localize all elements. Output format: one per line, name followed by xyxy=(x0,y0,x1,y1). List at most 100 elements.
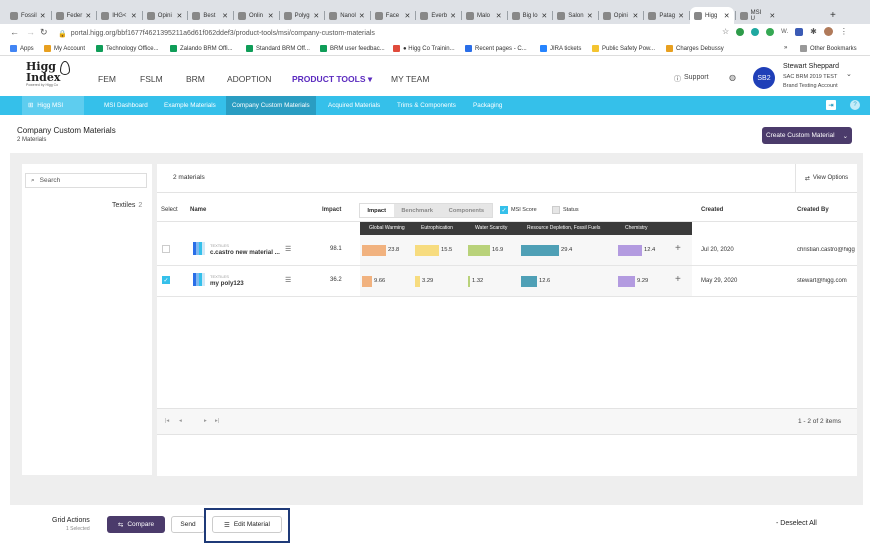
reload-icon[interactable]: ↻ xyxy=(40,27,48,38)
msi-score-toggle[interactable]: ✓ MSI Score xyxy=(500,206,537,214)
tab-benchmark[interactable]: Benchmark xyxy=(394,204,441,217)
extension-icon[interactable] xyxy=(751,27,760,36)
browser-tab[interactable]: Feder ✕ xyxy=(52,7,96,24)
chevron-down-icon[interactable]: ⌄ xyxy=(846,70,852,78)
browser-tab[interactable]: Salon ✕ xyxy=(553,7,597,24)
avatar[interactable]: SB2 xyxy=(753,67,775,89)
close-icon[interactable]: ✕ xyxy=(587,12,593,20)
nav-product-tools[interactable]: PRODUCT TOOLS ▾ xyxy=(292,74,372,85)
forward-icon[interactable]: → xyxy=(26,27,35,37)
browser-tab[interactable]: IHG< ✕ xyxy=(97,7,141,24)
prev-page-icon[interactable]: ◂ xyxy=(179,418,182,424)
bookmark[interactable]: Charges Debussy xyxy=(666,45,724,52)
browser-tab[interactable]: Best ✕ xyxy=(188,7,232,24)
globe-icon[interactable]: ◍ xyxy=(729,73,736,82)
extension-icon[interactable] xyxy=(795,27,804,36)
nav-fem[interactable]: FEM xyxy=(98,74,116,84)
other-bookmarks[interactable]: Other Bookmarks xyxy=(800,45,857,52)
export-icon[interactable]: ⇥ xyxy=(826,100,836,110)
subnav-example-materials[interactable]: Example Materials xyxy=(158,96,222,115)
create-custom-material-button[interactable]: Create Custom Material ⌄ xyxy=(762,127,852,144)
bookmark[interactable]: ● Higg Co Trainin... xyxy=(393,45,455,52)
support-link[interactable]: ⓘ Support xyxy=(674,74,709,84)
table-row[interactable]: TEXTILES c.castro new material ... ☰ 98.1 23… xyxy=(157,235,857,266)
bookmarks-overflow[interactable]: » xyxy=(784,45,787,51)
close-icon[interactable]: ✕ xyxy=(177,12,183,20)
bookmark[interactable]: Standard BRM Off... xyxy=(246,45,310,52)
puzzle-icon[interactable]: ✱ xyxy=(810,27,817,36)
bookmark[interactable]: Public Safety Pow... xyxy=(592,45,655,52)
browser-tab[interactable]: Fossil ✕ xyxy=(6,7,50,24)
subnav-packaging[interactable]: Packaging xyxy=(467,96,508,115)
material-name[interactable]: my poly123 xyxy=(210,280,244,287)
higg-index-logo[interactable]: Higg Index Powered by Higg Co xyxy=(26,61,72,93)
back-icon[interactable]: ← xyxy=(10,27,19,37)
extension-icon[interactable] xyxy=(766,27,775,36)
subnav-acquired-materials[interactable]: Acquired Materials xyxy=(322,96,386,115)
browser-tab[interactable]: Patag ✕ xyxy=(644,7,688,24)
url-field[interactable]: 🔒 portal.higg.org/bbf1677f4621395211a6d6… xyxy=(58,27,718,40)
tab-impact[interactable]: Impact xyxy=(360,204,394,217)
close-icon[interactable]: ✕ xyxy=(678,12,684,20)
next-page-icon[interactable]: ▸ xyxy=(204,418,207,424)
browser-tab[interactable]: Higg ✕ xyxy=(690,7,734,24)
subnav-company-custom-materials[interactable]: Company Custom Materials xyxy=(226,96,316,115)
send-button[interactable]: Send xyxy=(171,516,205,533)
extension-icon[interactable]: W. xyxy=(781,29,788,35)
close-icon[interactable]: ✕ xyxy=(40,12,46,20)
help-icon[interactable]: ? xyxy=(850,100,860,110)
bookmark[interactable]: JIRA tickets xyxy=(540,45,581,52)
bookmark[interactable]: BRM user feedbac... xyxy=(320,45,385,52)
tab-components[interactable]: Components xyxy=(441,204,492,217)
nav-adoption[interactable]: ADOPTION xyxy=(227,74,271,84)
browser-tab[interactable]: MSI U ✕ xyxy=(736,7,780,24)
close-icon[interactable]: ✕ xyxy=(405,12,411,20)
bookmark-apps[interactable]: Apps xyxy=(10,45,34,52)
subnav-msi-dashboard[interactable]: MSI Dashboard xyxy=(98,96,154,115)
browser-tab[interactable]: Big lo ✕ xyxy=(508,7,552,24)
close-icon[interactable]: ✕ xyxy=(268,12,274,20)
compare-button[interactable]: ⇆ Compare xyxy=(107,516,165,533)
header-name[interactable]: Name xyxy=(190,207,206,213)
close-icon[interactable]: ✕ xyxy=(633,12,639,20)
new-tab-button[interactable]: + xyxy=(826,7,836,24)
view-options-button[interactable]: ⇄ View Options xyxy=(795,164,857,192)
nav-brm[interactable]: BRM xyxy=(186,74,205,84)
table-row[interactable]: ✓ TEXTILES my poly123 ☰ 36.2 9.66 3.29 1.32 12.6… xyxy=(157,266,857,297)
browser-tab[interactable]: Everb ✕ xyxy=(416,7,460,24)
header-created-by[interactable]: Created By xyxy=(797,207,829,213)
browser-tab[interactable]: Opini ✕ xyxy=(599,7,643,24)
close-icon[interactable]: ✕ xyxy=(724,12,730,20)
bookmark[interactable]: Technology Office... xyxy=(96,45,159,52)
nav-my-team[interactable]: MY TEAM xyxy=(391,74,429,84)
row-checkbox[interactable] xyxy=(162,245,170,253)
close-icon[interactable]: ✕ xyxy=(450,12,456,20)
close-icon[interactable]: ✕ xyxy=(131,12,137,20)
close-icon[interactable]: ✕ xyxy=(222,12,228,20)
add-column-icon[interactable]: + xyxy=(675,274,681,285)
add-column-icon[interactable]: + xyxy=(675,243,681,254)
user-name[interactable]: Stewart Sheppard xyxy=(783,63,839,70)
star-icon[interactable]: ☆ xyxy=(722,27,729,36)
browser-tab[interactable]: Onlin ✕ xyxy=(234,7,278,24)
first-page-icon[interactable]: |◂ xyxy=(165,418,169,424)
close-icon[interactable]: ✕ xyxy=(85,12,91,20)
search-input[interactable]: ⌕ Search xyxy=(25,173,147,188)
material-name[interactable]: c.castro new material ... xyxy=(210,249,280,256)
material-options-icon[interactable]: ☰ xyxy=(285,245,291,253)
browser-tab[interactable]: Opini ✕ xyxy=(143,7,187,24)
material-options-icon[interactable]: ☰ xyxy=(285,276,291,284)
category-filter-textiles[interactable]: Textiles 2 xyxy=(112,202,142,209)
header-impact[interactable]: Impact xyxy=(322,207,341,213)
close-icon[interactable]: ✕ xyxy=(359,12,365,20)
extension-icon[interactable] xyxy=(736,27,745,36)
kebab-menu-icon[interactable]: ⋮ xyxy=(840,27,848,36)
close-icon[interactable]: ✕ xyxy=(496,12,502,20)
row-checkbox-checked[interactable]: ✓ xyxy=(162,276,170,284)
header-created[interactable]: Created xyxy=(701,207,723,213)
close-icon[interactable]: ✕ xyxy=(313,12,319,20)
close-icon[interactable]: ✕ xyxy=(541,12,547,20)
last-page-icon[interactable]: ▸| xyxy=(215,418,219,424)
edit-material-button[interactable]: ☰ Edit Material xyxy=(212,516,282,533)
browser-tab[interactable]: Polyg ✕ xyxy=(280,7,324,24)
